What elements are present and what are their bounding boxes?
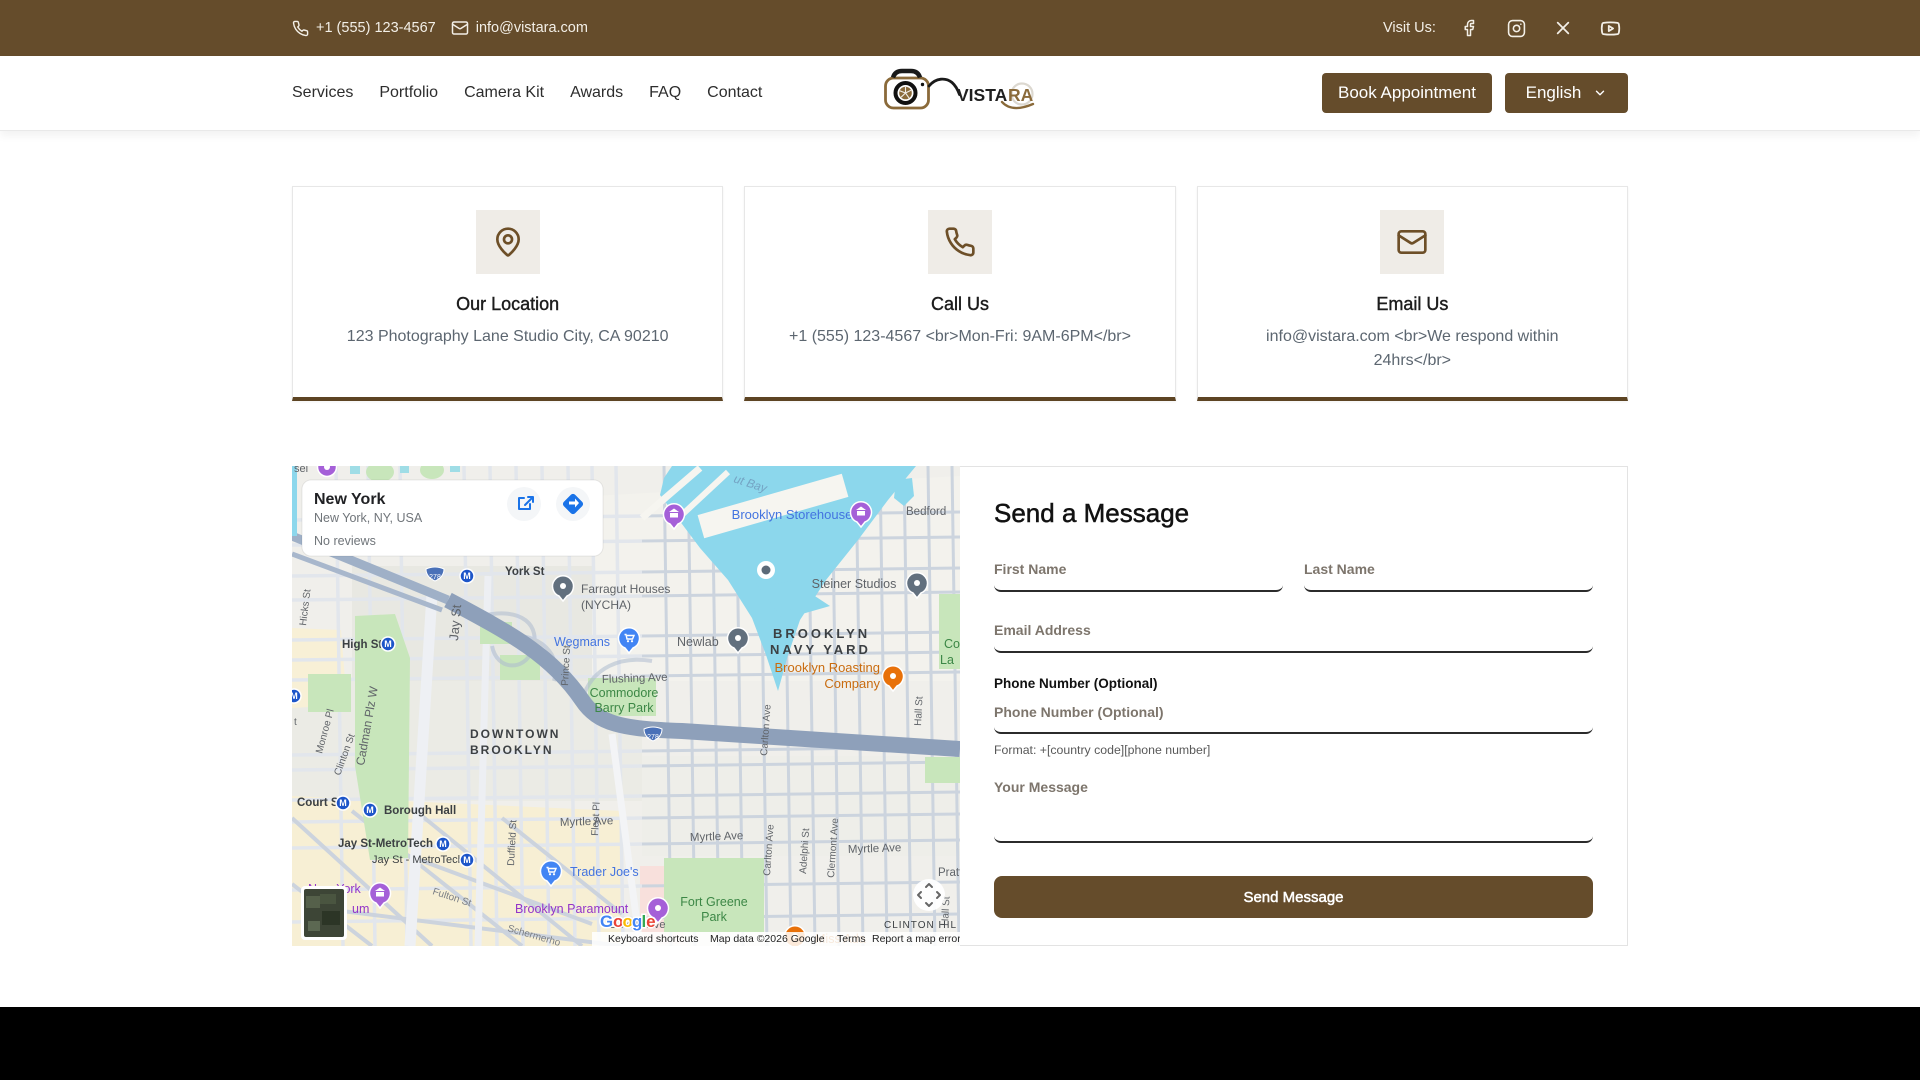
svg-text:Bedford: Bedford bbox=[906, 506, 946, 518]
svg-text:Farragut Houses: Farragut Houses bbox=[581, 582, 670, 596]
svg-text:Commodore: Commodore bbox=[590, 686, 659, 700]
svg-text:um: um bbox=[352, 902, 369, 916]
svg-text:(NYCHA): (NYCHA) bbox=[581, 598, 631, 612]
svg-text:Hall St: Hall St bbox=[913, 696, 926, 726]
svg-text:Wegmans: Wegmans bbox=[554, 635, 610, 649]
svg-text:RA: RA bbox=[1008, 85, 1034, 105]
svg-text:La: La bbox=[940, 653, 954, 667]
svg-text:Trader Joe's: Trader Joe's bbox=[570, 865, 639, 879]
svg-text:No reviews: No reviews bbox=[314, 534, 376, 548]
svg-text:Co: Co bbox=[944, 637, 960, 651]
svg-text:New York, NY, USA: New York, NY, USA bbox=[314, 511, 423, 525]
svg-text:Prince St: Prince St bbox=[560, 645, 573, 686]
svg-text:M: M bbox=[439, 839, 447, 849]
svg-text:Terms: Terms bbox=[837, 933, 866, 945]
svg-text:Myrtle Ave: Myrtle Ave bbox=[848, 842, 902, 856]
svg-text:e: e bbox=[646, 912, 655, 931]
svg-text:York St: York St bbox=[505, 566, 545, 578]
svg-text:Myrtle Ave: Myrtle Ave bbox=[560, 815, 614, 829]
svg-text:Jay St - MetroTech: Jay St - MetroTech bbox=[372, 854, 464, 866]
svg-text:Myrtle Ave: Myrtle Ave bbox=[690, 830, 744, 844]
svg-text:Keyboard shortcuts: Keyboard shortcuts bbox=[608, 933, 698, 945]
svg-text:Brooklyn Roasting: Brooklyn Roasting bbox=[775, 660, 881, 675]
svg-text:278: 278 bbox=[429, 574, 441, 581]
svg-text:t: t bbox=[294, 717, 297, 728]
svg-text:DOWNTOWN: DOWNTOWN bbox=[470, 727, 560, 741]
svg-text:Report a map error: Report a map error bbox=[872, 933, 960, 945]
svg-text:M: M bbox=[463, 571, 471, 581]
svg-text:Barry Park: Barry Park bbox=[594, 701, 654, 715]
svg-text:High St: High St bbox=[342, 639, 382, 651]
svg-text:M: M bbox=[384, 639, 392, 649]
svg-text:M: M bbox=[339, 798, 347, 808]
svg-text:Newlab: Newlab bbox=[677, 635, 719, 649]
svg-text:M: M bbox=[292, 691, 298, 701]
svg-text:Flushing Ave: Flushing Ave bbox=[602, 672, 668, 686]
svg-text:Jay St: Jay St bbox=[446, 604, 464, 642]
svg-text:BROOKLYN: BROOKLYN bbox=[773, 626, 870, 641]
svg-text:Pratt Ins: Pratt Ins bbox=[938, 867, 960, 879]
svg-text:Fort Greene: Fort Greene bbox=[680, 895, 747, 909]
svg-text:M: M bbox=[463, 855, 471, 865]
svg-text:New York: New York bbox=[314, 491, 386, 508]
svg-text:Park: Park bbox=[701, 910, 727, 924]
svg-text:NAVY YARD: NAVY YARD bbox=[770, 642, 871, 657]
svg-text:M: M bbox=[366, 805, 374, 815]
svg-text:sel: sel bbox=[294, 466, 308, 475]
svg-text:CLINTON HIL: CLINTON HIL bbox=[884, 920, 957, 931]
svg-text:VISTA: VISTA bbox=[957, 85, 1008, 105]
svg-text:Steiner Studios: Steiner Studios bbox=[812, 577, 897, 591]
svg-text:Company: Company bbox=[824, 676, 880, 691]
svg-text:278: 278 bbox=[647, 734, 659, 741]
svg-text:Borough Hall: Borough Hall bbox=[384, 805, 456, 817]
svg-text:BROOKLYN: BROOKLYN bbox=[470, 743, 554, 757]
svg-text:Brooklyn Storehouse: Brooklyn Storehouse bbox=[732, 507, 853, 522]
svg-text:Jay St-MetroTech: Jay St-MetroTech bbox=[338, 838, 433, 850]
svg-text:Map data ©2026 Google: Map data ©2026 Google bbox=[710, 933, 825, 945]
svg-text:G: G bbox=[600, 912, 613, 931]
